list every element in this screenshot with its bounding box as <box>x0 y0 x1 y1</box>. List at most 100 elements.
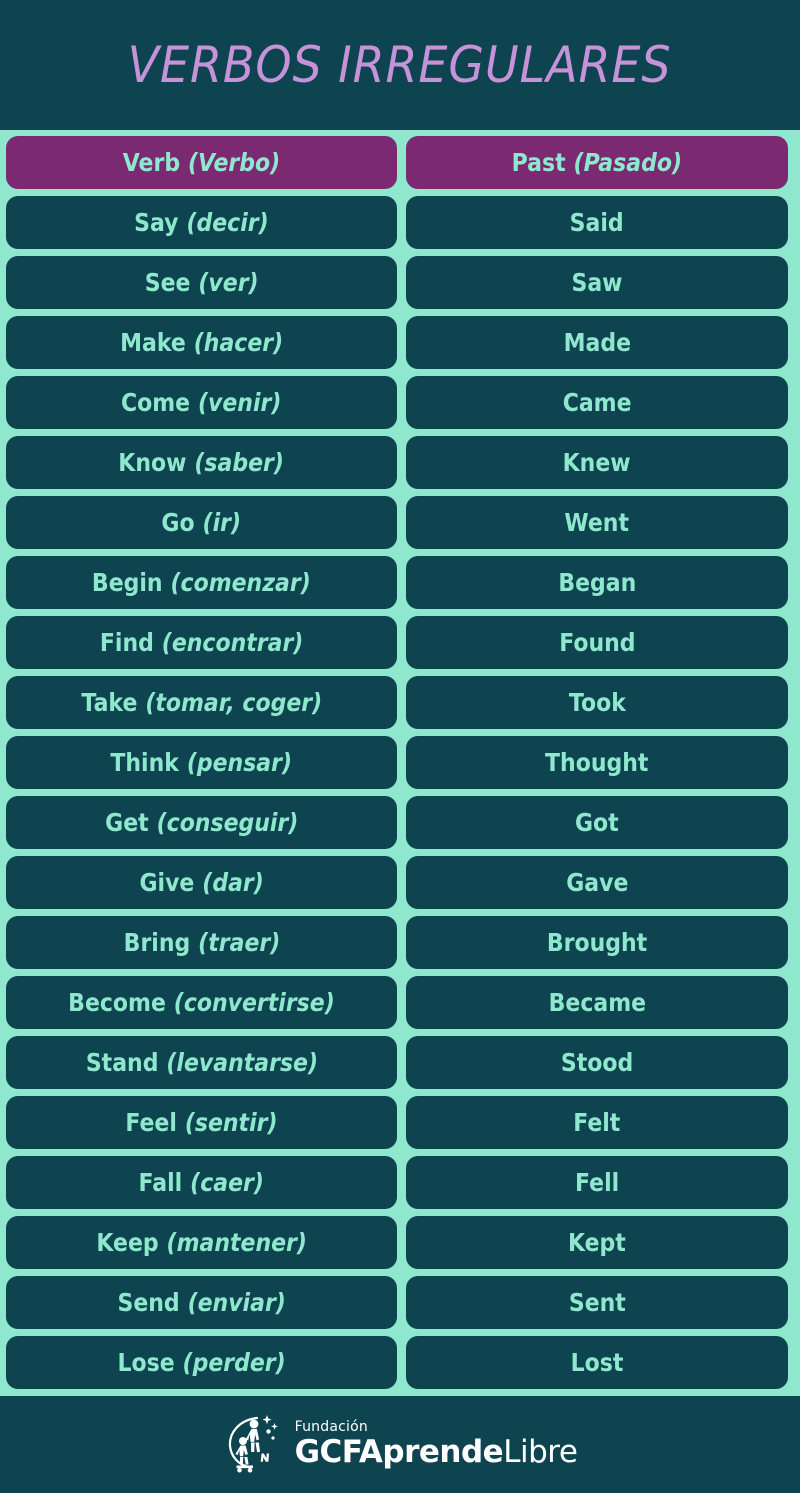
header-verb-text: Verb (Verbo) <box>123 150 280 175</box>
past-tense-text: Said <box>570 208 624 237</box>
verb-cell: Send (enviar) <box>6 1276 397 1329</box>
table-row: Lose (perder) Lost <box>6 1336 794 1389</box>
past-tense-text: Became <box>548 988 646 1017</box>
table-row: Keep (mantener) Kept <box>6 1216 794 1269</box>
table-row: Stand (levantarse) Stood <box>6 1036 794 1089</box>
table-header-row: Verb (Verbo) Past (Pasado) <box>6 136 794 189</box>
verb-english: Go <box>161 508 195 537</box>
verb-cell: Come (venir) <box>6 376 397 429</box>
verb-cell: Make (hacer) <box>6 316 397 369</box>
past-tense-text: Lost <box>570 1348 624 1377</box>
verb-cell-text: Take (tomar, coger) <box>81 690 322 715</box>
past-cell: Brought <box>406 916 788 969</box>
header-past-text: Past (Pasado) <box>512 150 682 175</box>
table-row: Find (encontrar) Found <box>6 616 794 669</box>
past-cell: Stood <box>406 1036 788 1089</box>
verb-english: Become <box>68 988 166 1017</box>
verb-cell: Stand (levantarse) <box>6 1036 397 1089</box>
past-cell: Took <box>406 676 788 729</box>
verb-spanish: (ver) <box>198 268 259 297</box>
header-past-en: Past <box>511 148 566 177</box>
verb-cell-text: Keep (mantener) <box>96 1230 307 1255</box>
poster-root: VERBOS IRREGULARES Verb (Verbo) Past (Pasa… <box>0 0 800 1493</box>
past-tense-text: Got <box>575 808 619 837</box>
verb-english: Keep <box>96 1228 159 1257</box>
past-tense-text: Knew <box>563 448 631 477</box>
past-cell: Gave <box>406 856 788 909</box>
verb-spanish: (hacer) <box>193 328 284 357</box>
table-row: Think (pensar) Thought <box>6 736 794 789</box>
past-tense-text: Sent <box>568 1288 626 1317</box>
past-tense-text: Fell <box>574 1168 620 1197</box>
verb-cell: Feel (sentir) <box>6 1096 397 1149</box>
verb-cell-text: Know (saber) <box>119 450 285 475</box>
verb-cell: Think (pensar) <box>6 736 397 789</box>
verb-english: Begin <box>92 568 163 597</box>
logo-gcf: GCF <box>294 1434 360 1470</box>
verb-cell: See (ver) <box>6 256 397 309</box>
verb-spanish: (conseguir) <box>156 808 299 837</box>
header-verb-es: (Verbo) <box>188 148 281 177</box>
verb-spanish: (caer) <box>190 1168 265 1197</box>
verb-cell: Get (conseguir) <box>6 796 397 849</box>
verb-english: Take <box>81 688 138 717</box>
verb-cell-text: Make (hacer) <box>120 330 283 355</box>
past-cell: Found <box>406 616 788 669</box>
verb-cell-text: Come (venir) <box>121 390 281 415</box>
logo-fundacion-text: Fundación <box>294 1419 368 1435</box>
verb-english: Make <box>119 328 186 357</box>
past-cell: Said <box>406 196 788 249</box>
verb-cell: Become (convertirse) <box>6 976 397 1029</box>
past-cell: Got <box>406 796 788 849</box>
logo-aprende: Aprende <box>358 1434 504 1470</box>
past-tense-text: Gave <box>565 868 629 897</box>
logo-brand-text: GCFAprendeLibre <box>295 1437 578 1468</box>
past-tense-text: Took <box>568 688 626 717</box>
verb-english: Stand <box>85 1048 159 1077</box>
past-tense-text: Made <box>563 328 631 357</box>
past-cell: Knew <box>406 436 788 489</box>
past-cell: Went <box>406 496 788 549</box>
verb-spanish: (dar) <box>202 868 264 897</box>
past-cell: Fell <box>406 1156 788 1209</box>
verb-spanish: (encontrar) <box>161 628 304 657</box>
logo-libre: Libre <box>503 1434 578 1470</box>
past-cell: Felt <box>406 1096 788 1149</box>
logo-wordmark: Fundación GCFAprendeLibre <box>295 1420 578 1468</box>
verb-cell-text: Send (enviar) <box>117 1290 285 1315</box>
verb-english: Lose <box>117 1348 175 1377</box>
verb-spanish: (comenzar) <box>170 568 311 597</box>
verb-spanish: (saber) <box>194 448 285 477</box>
verb-cell: Lose (perder) <box>6 1336 397 1389</box>
table-row: See (ver) Saw <box>6 256 794 309</box>
past-tense-text: Kept <box>568 1228 626 1257</box>
past-cell: Became <box>406 976 788 1029</box>
verb-cell-text: Begin (comenzar) <box>92 570 311 595</box>
verb-spanish: (sentir) <box>184 1108 278 1137</box>
past-tense-text: Stood <box>560 1048 634 1077</box>
table-row: Begin (comenzar) Began <box>6 556 794 609</box>
verb-cell: Go (ir) <box>6 496 397 549</box>
verb-english: Feel <box>125 1108 177 1137</box>
verb-cell: Say (decir) <box>6 196 397 249</box>
table-row: Make (hacer) Made <box>6 316 794 369</box>
verb-cell-text: Say (decir) <box>134 210 268 235</box>
verb-english: Find <box>99 628 154 657</box>
past-cell: Thought <box>406 736 788 789</box>
table-row: Fall (caer) Fell <box>6 1156 794 1209</box>
past-cell: Came <box>406 376 788 429</box>
past-tense-text: Began <box>558 568 636 597</box>
verb-cell: Give (dar) <box>6 856 397 909</box>
table-row: Say (decir) Said <box>6 196 794 249</box>
table-row: Bring (traer) Brought <box>6 916 794 969</box>
verb-english: Think <box>110 748 180 777</box>
verb-cell-text: Bring (traer) <box>123 930 280 955</box>
past-tense-text: Found <box>558 628 636 657</box>
past-tense-text: Thought <box>545 748 649 777</box>
verb-english: Bring <box>123 928 190 957</box>
verb-spanish: (ir) <box>202 508 242 537</box>
verb-cell-text: Lose (perder) <box>117 1350 285 1375</box>
past-tense-text: Brought <box>546 928 648 957</box>
past-tense-text: Felt <box>573 1108 621 1137</box>
verb-cell-text: Fall (caer) <box>139 1170 264 1195</box>
